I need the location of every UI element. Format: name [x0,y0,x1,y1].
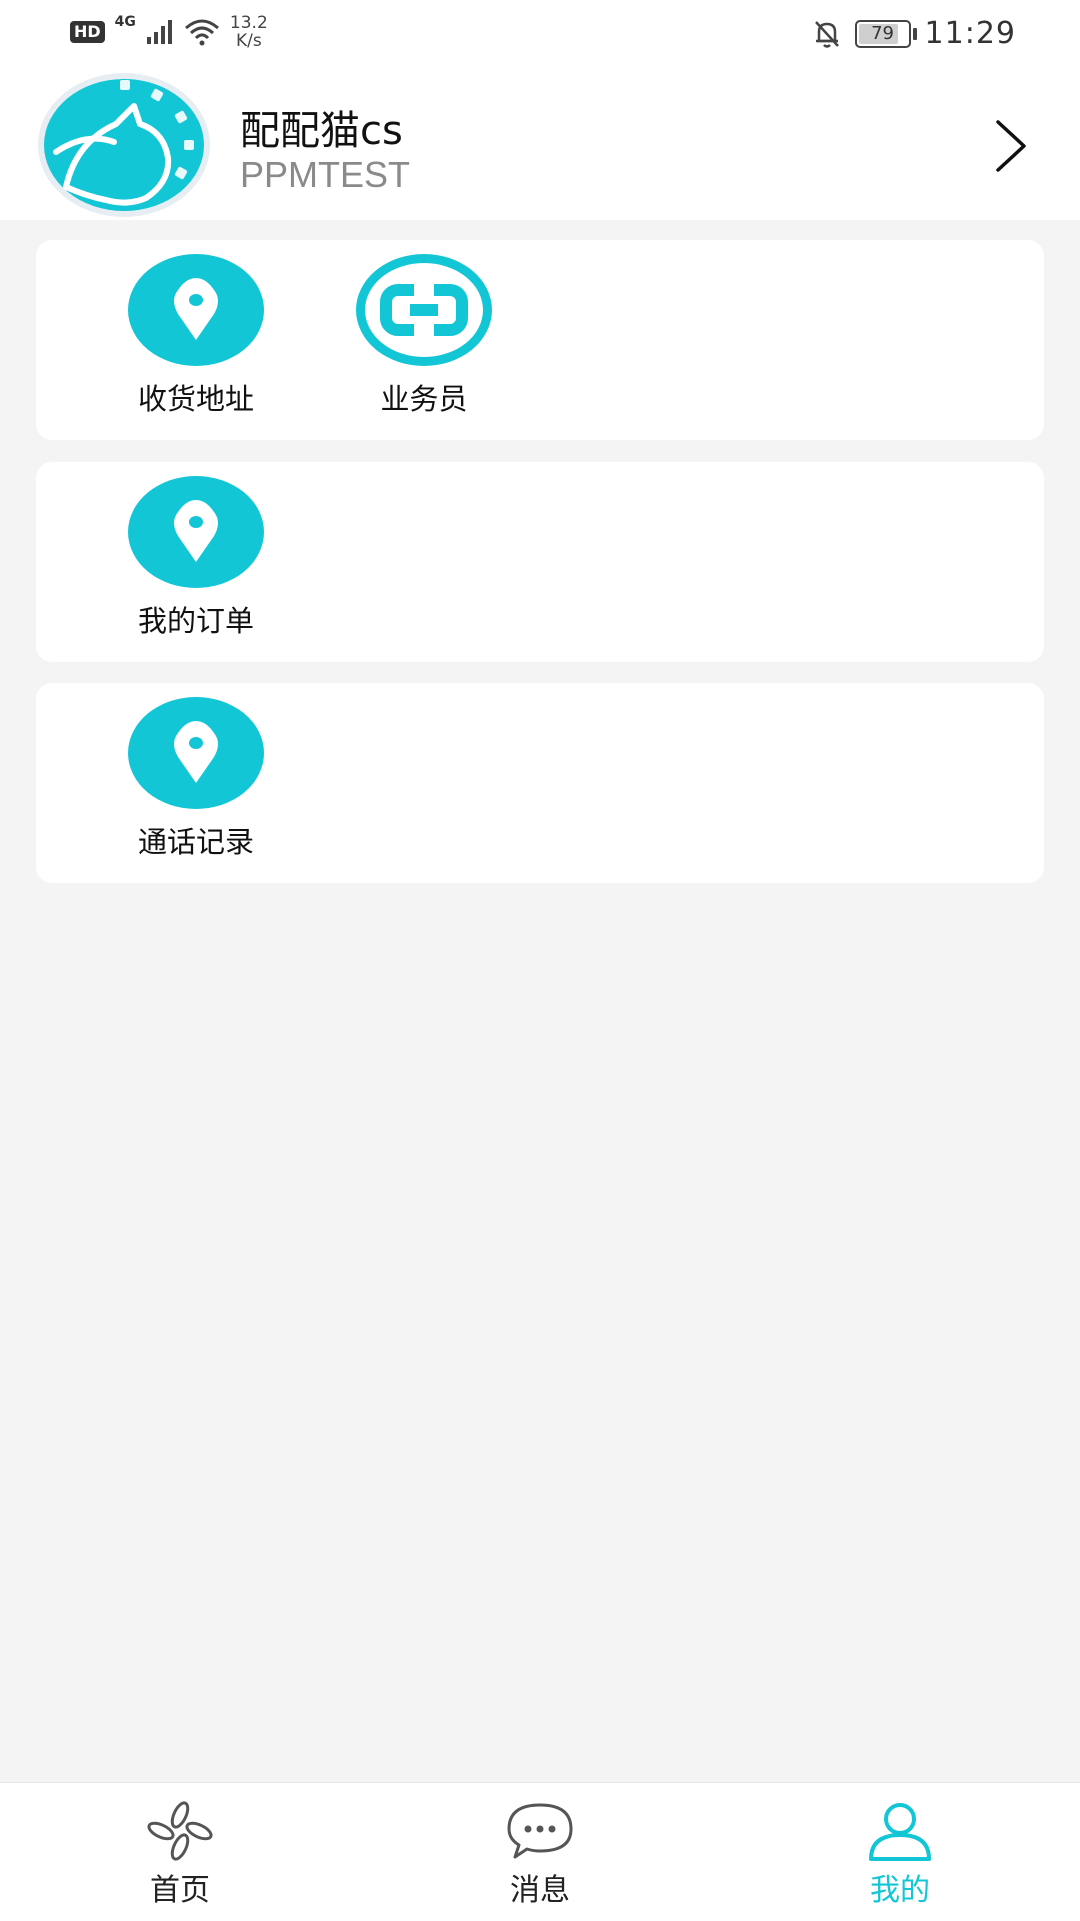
status-left: HD 4G 13.2 K/s [70,14,268,50]
signal-icon [146,20,172,44]
avatar[interactable] [36,72,212,218]
menu-item-label: 我的订单 [137,604,254,638]
nav-label: 首页 [150,1873,210,1908]
home-leaves-icon [147,1801,213,1861]
location-pin-icon [128,254,264,366]
menu-item-my-orders[interactable]: 我的订单 [106,476,286,640]
nav-tab-mine[interactable]: 我的 [830,1801,970,1909]
menu-card-1: 收货地址 业务员 [36,240,1044,440]
chevron-right-icon[interactable] [980,116,1040,176]
status-bar: HD 4G 13.2 K/s 79 11:29 [0,0,1080,72]
location-pin-icon [128,476,264,588]
hd-badge: HD [70,21,105,43]
menu-item-label: 收货地址 [137,382,254,416]
bottom-nav: 首页 消息 我的 [0,1782,1080,1921]
menu-item-shipping-address[interactable]: 收货地址 [106,254,286,418]
battery-indicator: 79 [854,19,917,48]
chat-bubble-icon [507,1803,573,1859]
location-pin-icon [128,697,264,809]
speed-value: 13.2 [229,13,268,33]
profile-account: PPMTEST [240,154,411,195]
nav-tab-home[interactable]: 首页 [110,1801,250,1909]
bell-off-icon [814,20,839,48]
nav-label: 消息 [510,1873,570,1908]
profile-name: 配配猫cs [240,108,403,154]
nav-tab-messages[interactable]: 消息 [470,1801,610,1909]
network-speed: 13.2 K/s [230,14,268,50]
battery-level: 79 [871,22,894,44]
menu-item-label: 业务员 [380,382,468,416]
profile-header[interactable]: 配配猫cs PPMTEST [0,72,1080,220]
menu-card-3: 通话记录 [36,683,1044,883]
menu-item-call-records[interactable]: 通话记录 [106,697,286,861]
speed-unit: K/s [235,31,262,51]
wifi-icon [184,19,219,46]
network-type: 4G [114,14,136,30]
link-icon [356,254,492,366]
menu-item-salesperson[interactable]: 业务员 [334,254,514,418]
status-time: 11:29 [924,16,1016,51]
user-icon [869,1803,931,1861]
menu-item-label: 通话记录 [137,825,254,859]
status-right: 79 11:29 [813,16,1016,51]
menu-card-2: 我的订单 [36,462,1044,662]
nav-label: 我的 [870,1873,930,1908]
